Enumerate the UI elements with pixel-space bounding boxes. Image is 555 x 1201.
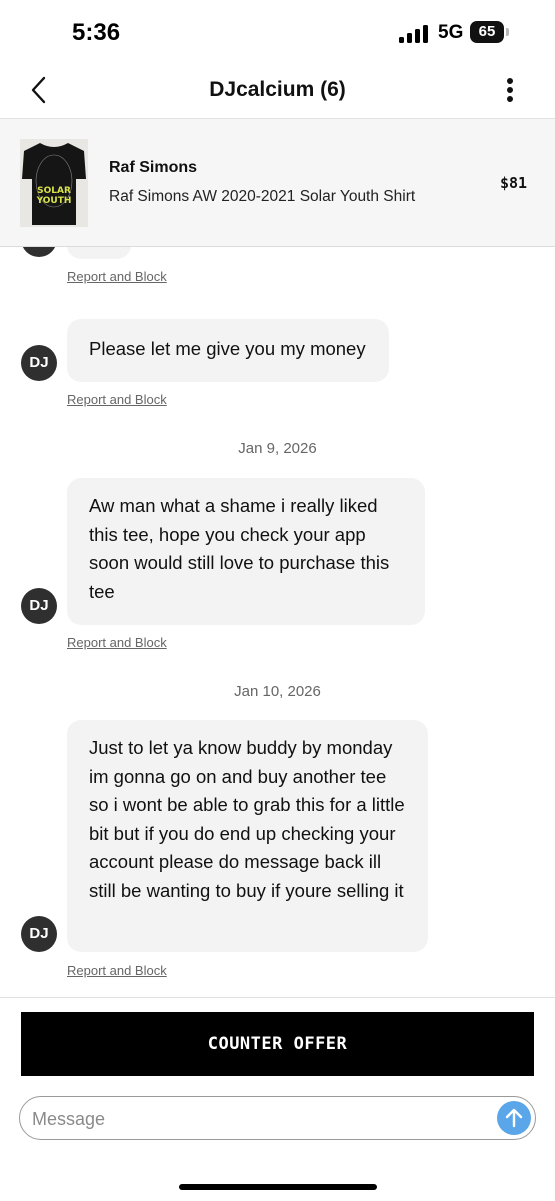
product-name: Raf Simons AW 2020-2021 Solar Youth Shir… [109, 188, 416, 205]
page-title: DJcalcium (6) [209, 78, 346, 101]
date-divider: Jan 9, 2026 [238, 440, 317, 457]
arrow-up-icon [505, 1108, 523, 1128]
message-input[interactable] [30, 1103, 474, 1135]
tshirt-print-line1: SOLAR [37, 186, 71, 196]
avatar: DJ [21, 588, 57, 624]
message-bubble-partial [67, 247, 131, 259]
product-thumbnail[interactable]: SOLAR YOUTH [20, 139, 88, 227]
product-price: $81 [500, 174, 528, 192]
report-and-block-link[interactable]: Report and Block [67, 963, 167, 978]
vertical-ellipsis-icon[interactable] [496, 74, 524, 106]
date-divider: Jan 10, 2026 [234, 683, 321, 700]
status-bar: 5:36 5G 65 [0, 0, 555, 62]
status-time: 5:36 [72, 19, 121, 46]
message-bubble: Aw man what a shame i really liked this … [67, 478, 425, 625]
home-indicator[interactable] [179, 1184, 377, 1190]
battery-icon: 65 [470, 21, 510, 43]
report-and-block-link[interactable]: Report and Block [67, 635, 167, 650]
report-and-block-link[interactable]: Report and Block [67, 392, 167, 407]
message-input-wrapper [19, 1096, 536, 1140]
tshirt-print-line2: YOUTH [36, 196, 72, 206]
product-brand: Raf Simons [109, 159, 198, 176]
network-type: 5G [438, 22, 464, 43]
message-thread[interactable]: DJ Report and Block Please let me give y… [0, 247, 555, 997]
send-button[interactable] [497, 1101, 531, 1135]
battery-level: 65 [470, 21, 504, 43]
avatar: DJ [21, 247, 57, 257]
report-and-block-link[interactable]: Report and Block [67, 269, 167, 284]
message-bubble: Please let me give you my money [67, 319, 389, 382]
listing-card[interactable]: SOLAR YOUTH Raf Simons Raf Simons AW 202… [0, 119, 555, 247]
cellular-signal-icon [399, 25, 428, 43]
composer-area: COUNTER OFFER [0, 997, 555, 1201]
tshirt-image: SOLAR YOUTH [20, 139, 88, 227]
conversation-header: DJcalcium (6) [0, 62, 555, 119]
avatar: DJ [21, 916, 57, 952]
message-bubble: Just to let ya know buddy by monday im g… [67, 720, 428, 952]
avatar: DJ [21, 345, 57, 381]
counter-offer-button[interactable]: COUNTER OFFER [21, 1012, 534, 1076]
